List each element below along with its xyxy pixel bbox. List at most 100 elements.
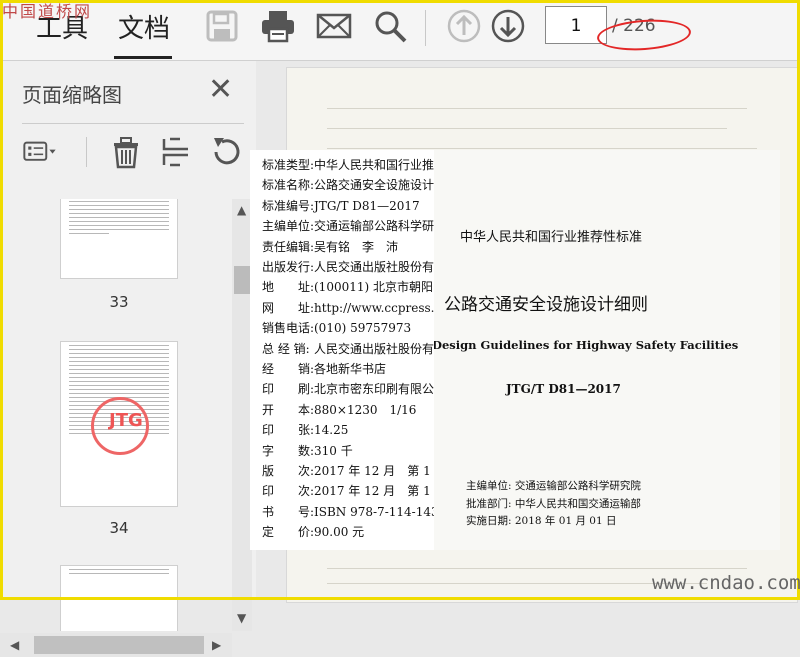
info-row-key: 责任编辑: [262, 239, 315, 254]
info-row-key: 标准名称: [262, 178, 315, 193]
info-row-value: 90.00 元 [314, 525, 365, 540]
info-row-key: 网 址: [262, 300, 315, 315]
info-row-value: 人民交通出版社股份有 [314, 341, 434, 356]
info-row-key: 地 址: [262, 280, 315, 295]
site-watermark: www.cndao.com [652, 572, 800, 594]
info-row-value: ISBN 978-7-114-14396 [314, 504, 434, 519]
horizontal-scroll-thumb[interactable] [34, 636, 204, 654]
info-row: 地 址:(100011) 北京市朝阳 [262, 278, 433, 295]
info-row: 开 本:880×1230 1/16 [262, 401, 416, 418]
cover-standard-code: JTG/T D81—2017 [506, 382, 621, 396]
info-row-key: 销售电话: [262, 321, 315, 336]
thumbnail-vertical-scrollbar[interactable]: ▲ ▼ [232, 199, 252, 631]
vertical-scroll-thumb[interactable] [234, 266, 250, 294]
thumbnail-page-number: 33 [109, 293, 129, 311]
info-row-value: 吴有铭 李 沛 [314, 239, 399, 254]
search-icon[interactable] [372, 8, 408, 44]
info-row-key: 标准编号: [262, 198, 315, 213]
info-row-key: 书 号: [262, 504, 315, 519]
info-row: 书 号:ISBN 978-7-114-14396 [262, 503, 434, 520]
info-row-value: 公路交通安全设施设计 [314, 178, 434, 193]
cover-editor: 主编单位: 交通运输部公路科学研究院 [466, 480, 641, 492]
page-thumbnail[interactable] [60, 565, 178, 631]
cover-title-en: Design Guidelines for Highway Safety Fac… [432, 338, 739, 352]
save-icon[interactable] [204, 8, 240, 44]
info-row: 标准名称:公路交通安全设施设计 [262, 176, 434, 193]
info-row-key: 印 刷: [262, 382, 315, 397]
print-icon[interactable] [260, 8, 296, 44]
info-row-key: 定 价: [262, 525, 315, 540]
watermark-text: 中国道桥网 [2, 2, 93, 21]
info-row: 总 经 销: 人民交通出版社股份有 [262, 340, 434, 357]
cover-page: 中华人民共和国行业推荐性标准 公路交通安全设施设计细则 Design Guide… [432, 150, 780, 550]
thumbnail-horizontal-scrollbar[interactable]: ◀ ▶ [0, 633, 232, 657]
scroll-up-arrow[interactable]: ▲ [237, 203, 246, 217]
info-row-key: 字 数: [262, 443, 315, 458]
publication-info-panel: 标准类型:中华人民共和国行业推 标准名称:公路交通安全设施设计 标准编号:JTG/T… [250, 150, 434, 550]
thumbnail-list[interactable]: 33 JTG 34 [0, 199, 232, 631]
info-row-key: 标准类型: [262, 158, 315, 172]
info-row: 责任编辑:吴有铭 李 沛 [262, 238, 398, 255]
close-icon[interactable]: ✕ [208, 75, 233, 105]
rotate-icon[interactable] [208, 135, 244, 169]
delete-icon[interactable] [108, 135, 144, 169]
info-row-value: (010) 59757973 [314, 321, 412, 336]
info-row-value: 880×1230 1/16 [314, 402, 417, 417]
info-row: 网 址:http://www.ccpress.c [262, 299, 434, 316]
page-up-icon[interactable] [446, 8, 482, 44]
info-row-key: 版 次: [262, 464, 315, 478]
info-row-value: (100011) 北京市朝阳 [314, 280, 433, 295]
main-toolbar: 工具 文档 1 / 226 [0, 0, 800, 61]
info-row-value: 中华人民共和国行业推 [314, 158, 434, 172]
info-row-key: 印 次: [262, 484, 315, 499]
info-row-value: 北京市密东印刷有限公 [314, 382, 434, 397]
info-row-value: JTG/T D81—2017 [314, 198, 420, 213]
info-row-key: 出版发行: [262, 260, 315, 274]
info-row-value: 2017 年 12 月 第 1 次 [314, 484, 434, 499]
info-row: 定 价:90.00 元 [262, 523, 364, 540]
info-row: 印 次:2017 年 12 月 第 1 次 [262, 482, 434, 499]
info-row-key: 印 张: [262, 423, 315, 438]
sidebar-divider [22, 123, 244, 124]
info-row: 经 销:各地新华书店 [262, 360, 386, 377]
cover-effective-date: 实施日期: 2018 年 01 月 01 日 [466, 515, 617, 527]
cover-approver: 批准部门: 中华人民共和国交通运输部 [466, 498, 641, 510]
info-row-value: 交通运输部公路科学研 [314, 219, 434, 234]
options-icon[interactable] [22, 135, 58, 169]
page-down-icon[interactable] [490, 8, 526, 44]
info-row: 印 刷:北京市密东印刷有限公 [262, 380, 434, 397]
seal-stamp-text: JTG [109, 410, 143, 431]
scroll-left-arrow[interactable]: ◀ [10, 638, 19, 652]
info-row: 主编单位:交通运输部公路科学研 [262, 217, 434, 234]
info-row: 标准编号:JTG/T D81—2017 [262, 197, 420, 214]
mail-icon[interactable] [316, 8, 352, 44]
toolbar-separator [425, 10, 426, 46]
info-row: 出版发行:人民交通出版社股份有 [262, 258, 434, 275]
info-row: 字 数:310 千 [262, 442, 353, 459]
info-row-value: 各地新华书店 [314, 362, 387, 376]
info-row-key: 经 销: [262, 362, 315, 376]
thumbnail-sidebar: 页面缩略图 ✕ 33 JTG 34 ▲ ▼ ◀ ▶ [0, 61, 257, 657]
sidebar-separator [86, 137, 87, 167]
info-row-value: 2017 年 12 月 第 1 版 [314, 464, 434, 478]
highlight-circle [596, 16, 692, 54]
info-row-value: 310 千 [314, 443, 353, 458]
info-row-key: 主编单位: [262, 219, 315, 234]
active-tab-indicator [114, 56, 172, 59]
thumbnail-page-number: 34 [109, 519, 129, 537]
cover-title-cn: 公路交通安全设施设计细则 [444, 295, 648, 315]
info-row-value: http://www.ccpress.c [314, 300, 434, 315]
info-row: 印 张:14.25 [262, 421, 348, 438]
extract-icon[interactable] [158, 135, 194, 169]
page-thumbnail[interactable] [60, 199, 178, 279]
page-thumbnail[interactable]: JTG [60, 341, 178, 507]
info-row: 标准类型:中华人民共和国行业推 [262, 156, 434, 173]
tab-document[interactable]: 文档 [118, 8, 170, 45]
scroll-down-arrow[interactable]: ▼ [237, 611, 246, 625]
sidebar-title: 页面缩略图 [22, 83, 122, 107]
info-row: 销售电话:(010) 59757973 [262, 319, 411, 336]
info-row-value: 人民交通出版社股份有 [314, 260, 434, 274]
scroll-right-arrow[interactable]: ▶ [212, 638, 221, 652]
cover-header: 中华人民共和国行业推荐性标准 [460, 230, 643, 245]
info-row-value: 14.25 [314, 423, 349, 438]
